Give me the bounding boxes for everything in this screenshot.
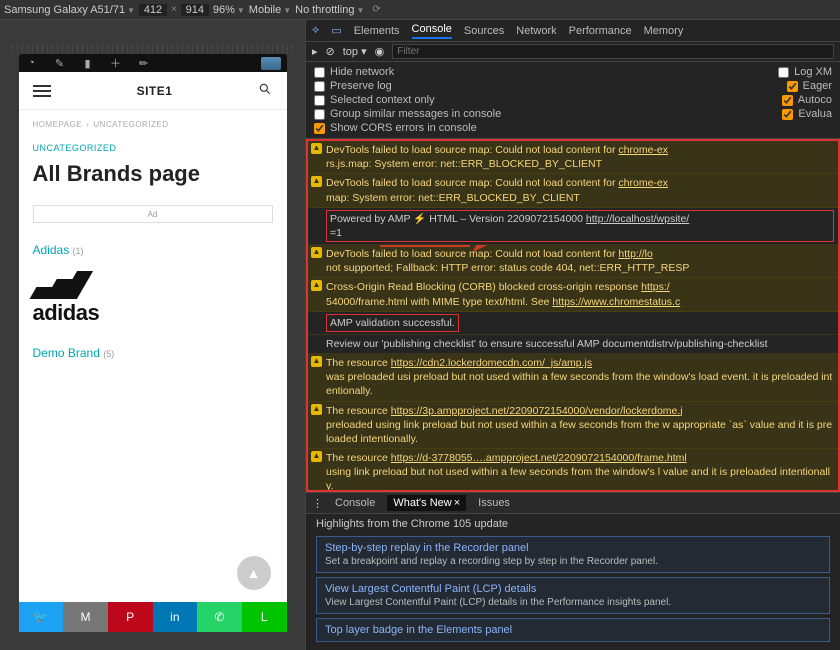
console-option[interactable]: Eager <box>787 80 832 92</box>
console-options: Hide network Log XM Preserve log Eager Selec… <box>306 62 840 139</box>
tab-console[interactable]: Console <box>412 23 452 39</box>
device-mode-icon[interactable]: ▭ <box>331 24 341 37</box>
tab-performance[interactable]: Performance <box>569 25 632 37</box>
ruler <box>12 44 294 54</box>
drawer-console[interactable]: Console <box>335 497 375 509</box>
device-preview: ◔ ✎ ▮ ＋ ✏ SITE1 HOMEPAGE›UNCATEGORIZED U… <box>0 20 305 650</box>
pencil-icon[interactable]: ✏ <box>137 56 151 70</box>
brand-item: Demo Brand (5) <box>19 336 287 364</box>
mobile-viewport: SITE1 HOMEPAGE›UNCATEGORIZED UNCATEGORIZ… <box>19 72 287 632</box>
brand-logo: adidas <box>19 261 287 336</box>
whatsapp-icon[interactable]: ✆ <box>197 602 242 632</box>
drawer-whatsnew[interactable]: What's New× <box>387 495 466 511</box>
zoom-select[interactable]: 96%▼ <box>213 4 245 16</box>
gauge-icon[interactable]: ◔ <box>25 56 39 70</box>
preview-thumb[interactable] <box>261 57 281 70</box>
clear-icon[interactable]: ⊘ <box>326 45 335 58</box>
ad-placeholder: Ad <box>33 205 273 223</box>
whatsnew-panel: Highlights from the Chrome 105 update St… <box>306 514 840 650</box>
search-icon[interactable] <box>258 82 272 99</box>
mode-select[interactable]: Mobile▼ <box>249 4 291 16</box>
console-message: AMP validation successful. <box>308 312 838 335</box>
kebab-icon[interactable]: ⋮ <box>312 497 323 510</box>
console-message: ▲The resource https://cdn2.lockerdomecdn… <box>308 354 838 402</box>
console-message: ▲DevTools failed to load source map: Cou… <box>308 141 838 174</box>
tab-elements[interactable]: Elements <box>354 25 400 37</box>
throttle-select[interactable]: No throttling▼ <box>295 4 364 16</box>
whatsnew-card[interactable]: View Largest Contentful Paint (LCP) deta… <box>316 577 830 614</box>
scroll-top-button[interactable]: ▲ <box>237 556 271 590</box>
console-option[interactable]: Log XM <box>778 66 832 78</box>
console-option[interactable]: Selected context only <box>314 94 435 106</box>
console-messages: ▲DevTools failed to load source map: Cou… <box>306 139 840 492</box>
tab-network[interactable]: Network <box>516 25 556 37</box>
height-input[interactable] <box>181 4 209 16</box>
brush-icon[interactable]: ✎ <box>53 56 67 70</box>
sidebar-icon[interactable]: ▸ <box>312 45 318 58</box>
context-select[interactable]: top ▾ <box>343 45 367 58</box>
console-option[interactable]: Autoco <box>782 94 832 106</box>
linkedin-icon[interactable]: in <box>153 602 198 632</box>
devtools-tabs: ⟡ ▭ Elements Console Sources Network Per… <box>306 20 840 42</box>
tab-sources[interactable]: Sources <box>464 25 504 37</box>
console-option[interactable]: Hide network <box>314 66 394 78</box>
console-option[interactable]: Evalua <box>782 108 832 120</box>
whatsnew-card[interactable]: Top layer badge in the Elements panel <box>316 618 830 642</box>
social-bar: 🐦 M P in ✆ L <box>19 602 287 632</box>
console-toolbar: ▸ ⊘ top ▾ ◉ <box>306 42 840 62</box>
width-input[interactable] <box>139 4 167 16</box>
close-icon: × <box>454 497 460 509</box>
twitter-icon[interactable]: 🐦 <box>19 602 64 632</box>
eye-icon[interactable]: ◉ <box>375 45 385 58</box>
whatsnew-card[interactable]: Step-by-step replay in the Recorder pane… <box>316 536 830 573</box>
comment-icon[interactable]: ▮ <box>81 56 95 70</box>
device-toolbar: Samsung Galaxy A51/71▼ × 96%▼ Mobile▼ No… <box>0 0 840 20</box>
console-message: Review our 'publishing checklist' to ens… <box>308 335 838 354</box>
preview-toolbar: ◔ ✎ ▮ ＋ ✏ <box>19 54 287 72</box>
devtools-panel: ⟡ ▭ Elements Console Sources Network Per… <box>305 20 840 650</box>
console-message: Powered by AMP ⚡ HTML – Version 22090721… <box>308 208 838 245</box>
breadcrumb: HOMEPAGE›UNCATEGORIZED <box>19 110 287 129</box>
console-message: ▲The resource https://d-3778055….ampproj… <box>308 449 838 492</box>
console-option[interactable]: Preserve log <box>314 80 392 92</box>
console-option[interactable]: Show CORS errors in console <box>314 122 477 134</box>
filter-input[interactable] <box>392 44 834 59</box>
rotate-icon[interactable]: ⟳ <box>372 4 380 15</box>
console-message: ▲DevTools failed to load source map: Cou… <box>308 174 838 207</box>
console-message: ▲DevTools failed to load source map: Cou… <box>308 245 838 278</box>
console-message: ▲Cross-Origin Read Blocking (CORB) block… <box>308 278 838 311</box>
console-message: ▲The resource https://3p.ampproject.net/… <box>308 402 838 450</box>
site-title: SITE1 <box>137 84 173 98</box>
brand-item: Adidas (1) <box>19 233 287 261</box>
gmail-icon[interactable]: M <box>63 602 108 632</box>
console-option[interactable]: Group similar messages in console <box>314 108 501 120</box>
device-select[interactable]: Samsung Galaxy A51/71▼ <box>4 4 135 16</box>
plus-icon[interactable]: ＋ <box>109 56 123 70</box>
whatsnew-heading: Highlights from the Chrome 105 update <box>316 518 830 530</box>
category-label[interactable]: UNCATEGORIZED <box>19 129 287 157</box>
tab-memory[interactable]: Memory <box>644 25 684 37</box>
inspect-icon[interactable]: ⟡ <box>312 24 319 37</box>
page-title: All Brands page <box>19 157 287 195</box>
menu-icon[interactable] <box>33 85 51 97</box>
pinterest-icon[interactable]: P <box>108 602 153 632</box>
drawer-tabs: ⋮ Console What's New× Issues <box>306 492 840 514</box>
line-icon[interactable]: L <box>242 602 287 632</box>
drawer-issues[interactable]: Issues <box>478 497 510 509</box>
